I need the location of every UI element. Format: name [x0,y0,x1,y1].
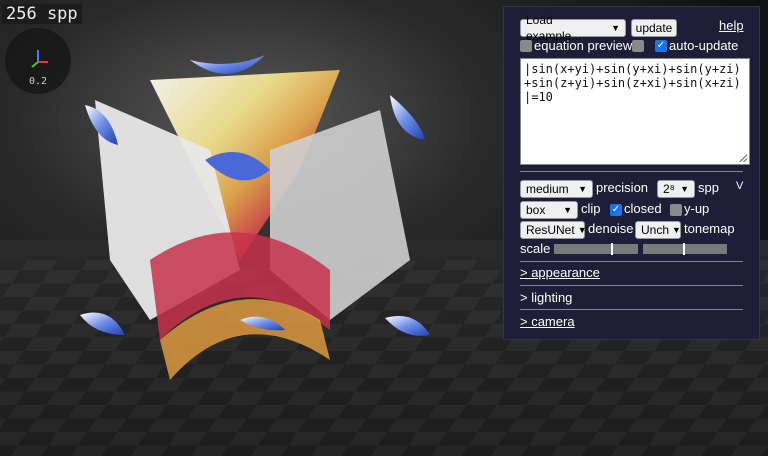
chevron-down-icon: ▼ [672,225,681,235]
tonemap-select[interactable]: Unch ▼ [635,221,681,239]
precision-value: medium [526,182,569,196]
scale-slider-2[interactable] [643,243,727,255]
v-label: V [736,180,744,192]
slider-thumb[interactable] [683,243,685,255]
closed-checkbox[interactable]: ✓ [610,204,622,216]
auto-update-checkbox[interactable]: ✓ [655,40,667,52]
section-lighting[interactable]: > lighting [520,290,572,305]
load-example-select[interactable]: Load example... ▼ [520,13,626,43]
check-icon: ✓ [611,204,621,215]
closed-label: closed [624,201,662,216]
equation-preview-checkbox[interactable] [520,40,532,52]
axes-scale-label: 0.2 [28,76,48,87]
update-label: update [635,21,673,35]
chevron-down-icon: ▼ [611,23,620,33]
divider [520,171,743,172]
divider [520,261,743,262]
spp-counter: 256 spp [2,4,82,24]
scale-slider-1[interactable] [554,243,638,255]
spp-value: 2⁸ [663,182,675,196]
divider [520,285,743,286]
equation-text: |sin(x+yi)+sin(y+xi)+sin(y+zi)+sin(z+yi)… [524,62,741,104]
clip-value: box [526,203,546,217]
spp-label: spp [698,180,719,195]
precision-label: precision [596,180,649,195]
denoise-label: denoise [588,221,634,236]
check-icon: ✓ [656,40,666,51]
equation-textarea[interactable]: |sin(x+yi)+sin(y+xi)+sin(y+zi)+sin(z+yi)… [520,58,750,165]
tonemap-label: tonemap [684,221,735,236]
axes-gizmo[interactable]: 0.2 [5,28,71,94]
update-button[interactable]: update [631,19,677,37]
denoise-select[interactable]: ResUNet ▼ [520,221,587,239]
equation-preview-label: equation preview [534,38,633,53]
help-link[interactable]: help [719,18,744,33]
tonemap-value: Unch [641,223,670,237]
chevron-down-icon: ▼ [577,225,587,235]
scale-label: scale [520,241,551,256]
slider-thumb[interactable] [611,243,613,255]
clip-label: clip [581,201,601,216]
section-camera[interactable]: > camera [520,314,575,329]
y-up-checkbox[interactable] [670,204,682,216]
extra-checkbox[interactable] [632,40,644,52]
auto-update-label: auto-update [669,38,739,53]
chevron-down-icon: ▼ [680,184,689,194]
denoise-value: ResUNet [526,223,575,237]
resize-handle-icon[interactable] [739,154,747,162]
spp-select[interactable]: 2⁸ ▼ [657,180,695,198]
control-panel: Load example... ▼ update help equation pr… [503,6,760,340]
section-appearance[interactable]: > appearance [520,265,600,280]
y-up-label: y-up [684,201,710,216]
chevron-down-icon: ▼ [563,205,572,215]
divider [520,309,743,310]
precision-select[interactable]: medium ▼ [520,180,593,198]
chevron-down-icon: ▼ [578,184,587,194]
clip-select[interactable]: box ▼ [520,201,578,219]
